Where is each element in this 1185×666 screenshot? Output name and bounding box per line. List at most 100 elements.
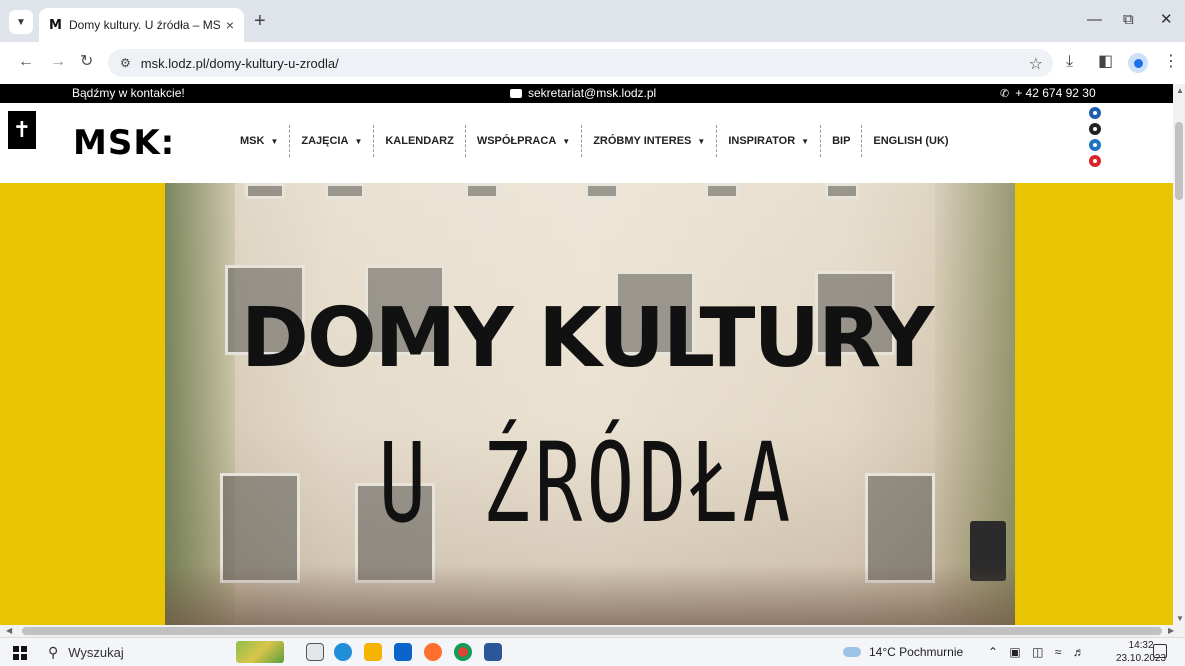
edge-icon[interactable] bbox=[334, 643, 352, 661]
word-icon[interactable] bbox=[484, 643, 502, 661]
youtube-icon[interactable] bbox=[1089, 155, 1101, 167]
browser-tab-strip: ▼ M Domy kultury. U źródła – MSK × + — ⧉… bbox=[0, 0, 1185, 42]
scroll-up-icon[interactable]: ▲ bbox=[1176, 86, 1184, 95]
menu-item-inspirator[interactable]: INSPIRATOR ▼ bbox=[728, 135, 809, 147]
social-links bbox=[1089, 107, 1103, 171]
horizontal-scroll-thumb[interactable] bbox=[22, 627, 1162, 635]
site-logo[interactable]: MSK: bbox=[73, 123, 175, 163]
chrome-icon[interactable] bbox=[454, 643, 472, 661]
vertical-scroll-thumb[interactable] bbox=[1175, 122, 1183, 200]
download-icon[interactable]: ⤓ bbox=[1066, 52, 1073, 72]
system-tray[interactable]: ⌃ ▣ ◫ ≈ ♬ bbox=[988, 645, 1089, 659]
phone-icon: ✆ bbox=[1000, 87, 1010, 100]
main-menu: MSK ▼ ZAJĘCIA ▼ KALENDARZ WSPÓŁPRACA ▼ ZRÓB… bbox=[240, 125, 949, 157]
menu-divider bbox=[373, 125, 375, 157]
close-window-icon[interactable]: ✕ bbox=[1160, 12, 1173, 28]
crowd bbox=[165, 565, 1015, 625]
screen: ▼ M Domy kultury. U źródła – MSK × + — ⧉… bbox=[0, 0, 1185, 666]
contact-bar: Bądźmy w kontakcie! sekretariat@msk.lodz… bbox=[0, 84, 1173, 103]
menu-divider bbox=[861, 125, 863, 157]
taskbar-search[interactable]: ⚲ Wyszukaj bbox=[48, 644, 124, 661]
file-explorer-icon[interactable] bbox=[364, 643, 382, 661]
browser-toolbar: ← → ↻ ⚙ msk.lodz.pl/domy-kultury-u-zrodl… bbox=[0, 42, 1185, 84]
weather-text: 14°C Pochmurnie bbox=[869, 645, 964, 659]
tune-icon[interactable]: ⚙ bbox=[120, 56, 131, 70]
url-text[interactable]: msk.lodz.pl/domy-kultury-u-zrodla/ bbox=[141, 56, 339, 71]
close-icon[interactable]: × bbox=[226, 17, 234, 33]
menu-divider bbox=[716, 125, 718, 157]
new-tab-button[interactable]: + bbox=[254, 11, 266, 31]
site-header: ✝ MSK: MSK ▼ ZAJĘCIA ▼ KALENDARZ WSPÓŁPRAC… bbox=[0, 103, 1173, 183]
kebab-menu-icon[interactable]: ⋮ bbox=[1163, 52, 1179, 72]
windows-taskbar: ⚲ Wyszukaj 14°C Pochmurnie ⌃ ▣ ◫ ≈ ♬ 14:… bbox=[0, 637, 1185, 666]
task-view-icon[interactable] bbox=[306, 643, 324, 661]
facebook-icon[interactable] bbox=[1089, 107, 1101, 119]
forward-arrow-icon[interactable]: → bbox=[50, 52, 66, 72]
menu-item-bip[interactable]: BIP bbox=[832, 135, 850, 147]
caret-down-icon: ▼ bbox=[697, 136, 706, 146]
hero-banner: DOMY KULTURY U ŹRÓDŁA bbox=[0, 183, 1173, 625]
linkedin-icon[interactable] bbox=[1089, 139, 1101, 151]
caret-down-icon: ▼ bbox=[562, 136, 571, 146]
menu-divider bbox=[289, 125, 291, 157]
caret-down-icon: ▼ bbox=[270, 136, 279, 146]
hero-subtitle: U ŹRÓDŁA bbox=[378, 419, 795, 547]
firefox-icon[interactable] bbox=[424, 643, 442, 661]
search-icon: ⚲ bbox=[48, 644, 59, 660]
mail-icon[interactable] bbox=[394, 643, 412, 661]
envelope-icon bbox=[510, 88, 522, 98]
menu-divider bbox=[820, 125, 822, 157]
horizontal-scrollbar[interactable]: ◀ ▶ bbox=[0, 625, 1185, 637]
menu-item-zrobmy-interes[interactable]: ZRÓBMY INTERES ▼ bbox=[593, 135, 705, 147]
email-text: sekretariat@msk.lodz.pl bbox=[528, 86, 657, 100]
site-favicon-icon: M bbox=[49, 17, 62, 33]
address-bar[interactable]: ⚙ msk.lodz.pl/domy-kultury-u-zrodla/ ☆ bbox=[108, 49, 1053, 77]
menu-divider bbox=[581, 125, 583, 157]
caret-down-icon: ▼ bbox=[354, 136, 363, 146]
chevron-down-icon[interactable]: ▼ bbox=[9, 10, 33, 34]
volume-icon[interactable]: ♬ bbox=[1073, 645, 1089, 659]
contact-heading: Bądźmy w kontakcie! bbox=[72, 86, 185, 100]
phone-link[interactable]: ✆ + 42 674 92 30 bbox=[1000, 86, 1096, 100]
scroll-right-icon[interactable]: ▶ bbox=[1168, 626, 1174, 635]
weather-widget[interactable]: 14°C Pochmurnie bbox=[843, 645, 963, 659]
cloud-icon bbox=[843, 647, 861, 657]
menu-item-kalendarz[interactable]: KALENDARZ bbox=[385, 135, 453, 147]
menu-divider bbox=[464, 125, 466, 157]
reload-icon[interactable]: ↻ bbox=[80, 52, 93, 72]
chevron-up-icon[interactable]: ⌃ bbox=[988, 645, 1002, 659]
tab-title: Domy kultury. U źródła – MSK bbox=[68, 18, 220, 32]
building-window bbox=[825, 183, 859, 199]
restore-icon[interactable]: ⧉ bbox=[1123, 12, 1134, 28]
taskbar-search-placeholder: Wyszukaj bbox=[68, 645, 124, 660]
widgets-icon[interactable] bbox=[236, 641, 284, 663]
notification-icon[interactable] bbox=[1153, 644, 1167, 658]
menu-item-english[interactable]: ENGLISH (UK) bbox=[873, 135, 948, 147]
instagram-icon[interactable] bbox=[1089, 123, 1101, 135]
building-window bbox=[245, 183, 285, 199]
hero-photo bbox=[165, 183, 1015, 625]
side-panel-icon[interactable]: ◧ bbox=[1098, 52, 1113, 72]
scroll-left-icon[interactable]: ◀ bbox=[6, 626, 12, 635]
minimize-icon[interactable]: — bbox=[1087, 12, 1102, 28]
vertical-scrollbar[interactable]: ▲ ▼ bbox=[1173, 84, 1185, 625]
hero-title: DOMY KULTURY bbox=[240, 291, 934, 386]
network-icon[interactable]: ◫ bbox=[1032, 645, 1047, 659]
email-link[interactable]: sekretariat@msk.lodz.pl bbox=[510, 86, 656, 100]
windows-start-icon[interactable] bbox=[13, 646, 27, 660]
building-window bbox=[705, 183, 739, 199]
menu-item-msk[interactable]: MSK ▼ bbox=[240, 135, 278, 147]
wifi-icon[interactable]: ≈ bbox=[1055, 645, 1066, 659]
back-arrow-icon[interactable]: ← bbox=[18, 52, 34, 72]
phone-text: + 42 674 92 30 bbox=[1015, 86, 1096, 100]
caret-down-icon: ▼ bbox=[801, 136, 810, 146]
menu-item-wspolpraca[interactable]: WSPÓŁPRACA ▼ bbox=[477, 135, 570, 147]
meet-icon[interactable]: ▣ bbox=[1009, 645, 1024, 659]
browser-tab[interactable]: M Domy kultury. U źródła – MSK × bbox=[39, 8, 244, 42]
accessibility-icon[interactable]: ✝ bbox=[8, 111, 36, 149]
menu-item-zajecia[interactable]: ZAJĘCIA ▼ bbox=[301, 135, 362, 147]
profile-icon[interactable] bbox=[1128, 53, 1148, 73]
scroll-down-icon[interactable]: ▼ bbox=[1176, 614, 1184, 623]
star-icon[interactable]: ☆ bbox=[1029, 54, 1043, 74]
building-window bbox=[325, 183, 365, 199]
